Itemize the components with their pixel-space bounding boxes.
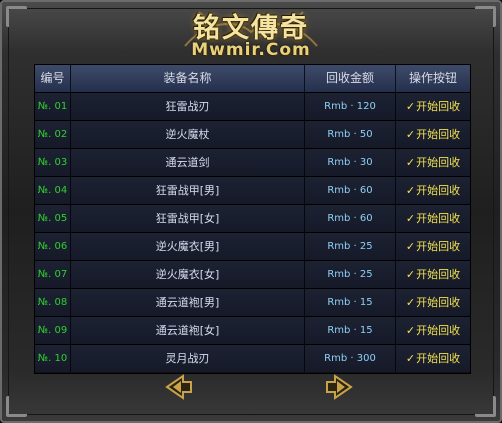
recycle-label: 开始回收 <box>416 156 461 169</box>
item-price: Rmb · 25 <box>305 261 396 288</box>
item-name: 通云道袍[女] <box>71 317 305 344</box>
checkmark-icon: ✓ <box>405 296 416 309</box>
item-id: №. 03 <box>35 149 71 176</box>
item-price: Rmb · 50 <box>305 121 396 148</box>
item-id: №. 10 <box>35 345 71 372</box>
table-row: №. 03 通云道剑 Rmb · 30 ✓开始回收 <box>35 148 470 176</box>
frame-corner <box>475 6 496 27</box>
recycle-button[interactable]: ✓开始回收 <box>396 149 470 176</box>
recycle-label: 开始回收 <box>416 128 461 141</box>
checkmark-icon: ✓ <box>405 100 416 113</box>
checkmark-icon: ✓ <box>405 352 416 365</box>
item-price: Rmb · 15 <box>305 289 396 316</box>
recycle-label: 开始回收 <box>416 324 461 337</box>
recycle-label: 开始回收 <box>416 352 461 365</box>
recycle-table: 编号 装备名称 回收金额 操作按钮 №. 01 狂雷战刃 Rmb · 120 ✓… <box>34 64 471 374</box>
frame-corner <box>475 396 496 417</box>
item-name: 逆火魔杖 <box>71 121 305 148</box>
logo-subtitle: Mwmir.Com <box>191 40 311 60</box>
item-id: №. 02 <box>35 121 71 148</box>
recycle-button[interactable]: ✓开始回收 <box>396 205 470 232</box>
item-name: 狂雷战甲[女] <box>71 205 305 232</box>
table-row: №. 08 通云道袍[男] Rmb · 15 ✓开始回收 <box>35 288 470 316</box>
item-price: Rmb · 120 <box>305 93 396 120</box>
frame-corner <box>6 396 27 417</box>
checkmark-icon: ✓ <box>405 128 416 141</box>
checkmark-icon: ✓ <box>405 324 416 337</box>
header-action: 操作按钮 <box>408 71 457 85</box>
arrow-left-icon <box>165 374 192 400</box>
table-row: №. 01 狂雷战刃 Rmb · 120 ✓开始回收 <box>35 92 470 120</box>
header-price: 回收金额 <box>305 65 396 92</box>
game-logo: 铭文傳奇 Mwmir.Com <box>175 2 327 68</box>
item-price: Rmb · 60 <box>305 205 396 232</box>
recycle-label: 开始回收 <box>416 100 461 113</box>
item-id: №. 08 <box>35 289 71 316</box>
frame-corner <box>6 6 27 27</box>
item-price: Rmb · 60 <box>305 177 396 204</box>
recycle-button[interactable]: ✓开始回收 <box>396 177 470 204</box>
recycle-button[interactable]: ✓开始回收 <box>396 233 470 260</box>
item-name: 通云道剑 <box>71 149 305 176</box>
item-id: №. 06 <box>35 233 71 260</box>
recycle-label: 开始回收 <box>416 212 461 225</box>
item-price: Rmb · 30 <box>305 149 396 176</box>
table-row: №. 06 逆火魔衣[男] Rmb · 25 ✓开始回收 <box>35 232 470 260</box>
prev-page-button[interactable] <box>165 374 193 400</box>
table-row: №. 10 灵月战刃 Rmb · 300 ✓开始回收 <box>35 344 470 372</box>
recycle-button[interactable]: ✓开始回收 <box>396 317 470 344</box>
checkmark-icon: ✓ <box>405 184 416 197</box>
recycle-button[interactable]: ✓开始回收 <box>396 93 470 120</box>
table-row: №. 02 逆火魔杖 Rmb · 50 ✓开始回收 <box>35 120 470 148</box>
checkmark-icon: ✓ <box>405 156 416 169</box>
item-id: №. 07 <box>35 261 71 288</box>
checkmark-icon: ✓ <box>405 212 416 225</box>
item-price: Rmb · 25 <box>305 233 396 260</box>
item-id: №. 09 <box>35 317 71 344</box>
checkmark-icon: ✓ <box>405 240 416 253</box>
recycle-button[interactable]: ✓开始回收 <box>396 289 470 316</box>
recycle-label: 开始回收 <box>416 268 461 281</box>
arrow-right-icon <box>326 374 353 400</box>
header-name: 装备名称 <box>71 65 305 92</box>
item-name: 狂雷战刃 <box>71 93 305 120</box>
item-price: Rmb · 15 <box>305 317 396 344</box>
item-name: 逆火魔衣[男] <box>71 233 305 260</box>
recycle-button[interactable]: ✓开始回收 <box>396 345 470 372</box>
table-row: №. 04 狂雷战甲[男] Rmb · 60 ✓开始回收 <box>35 176 470 204</box>
header-id: 编号 <box>35 65 71 92</box>
recycle-label: 开始回收 <box>416 240 461 253</box>
item-name: 灵月战刃 <box>71 345 305 372</box>
recycle-button[interactable]: ✓开始回收 <box>396 121 470 148</box>
recycle-button[interactable]: ✓开始回收 <box>396 261 470 288</box>
recycle-label: 开始回收 <box>416 184 461 197</box>
checkmark-icon: ✓ <box>405 268 416 281</box>
item-id: №. 04 <box>35 177 71 204</box>
item-id: №. 01 <box>35 93 71 120</box>
item-name: 通云道袍[男] <box>71 289 305 316</box>
item-price: Rmb · 300 <box>305 345 396 372</box>
item-id: №. 05 <box>35 205 71 232</box>
item-name: 逆火魔衣[女] <box>71 261 305 288</box>
table-row: №. 09 通云道袍[女] Rmb · 15 ✓开始回收 <box>35 316 470 344</box>
table-row: №. 05 狂雷战甲[女] Rmb · 60 ✓开始回收 <box>35 204 470 232</box>
table-row: №. 07 逆火魔衣[女] Rmb · 25 ✓开始回收 <box>35 260 470 288</box>
table-header: 编号 装备名称 回收金额 操作按钮 <box>35 65 470 92</box>
next-page-button[interactable] <box>325 374 353 400</box>
recycle-label: 开始回收 <box>416 296 461 309</box>
item-name: 狂雷战甲[男] <box>71 177 305 204</box>
